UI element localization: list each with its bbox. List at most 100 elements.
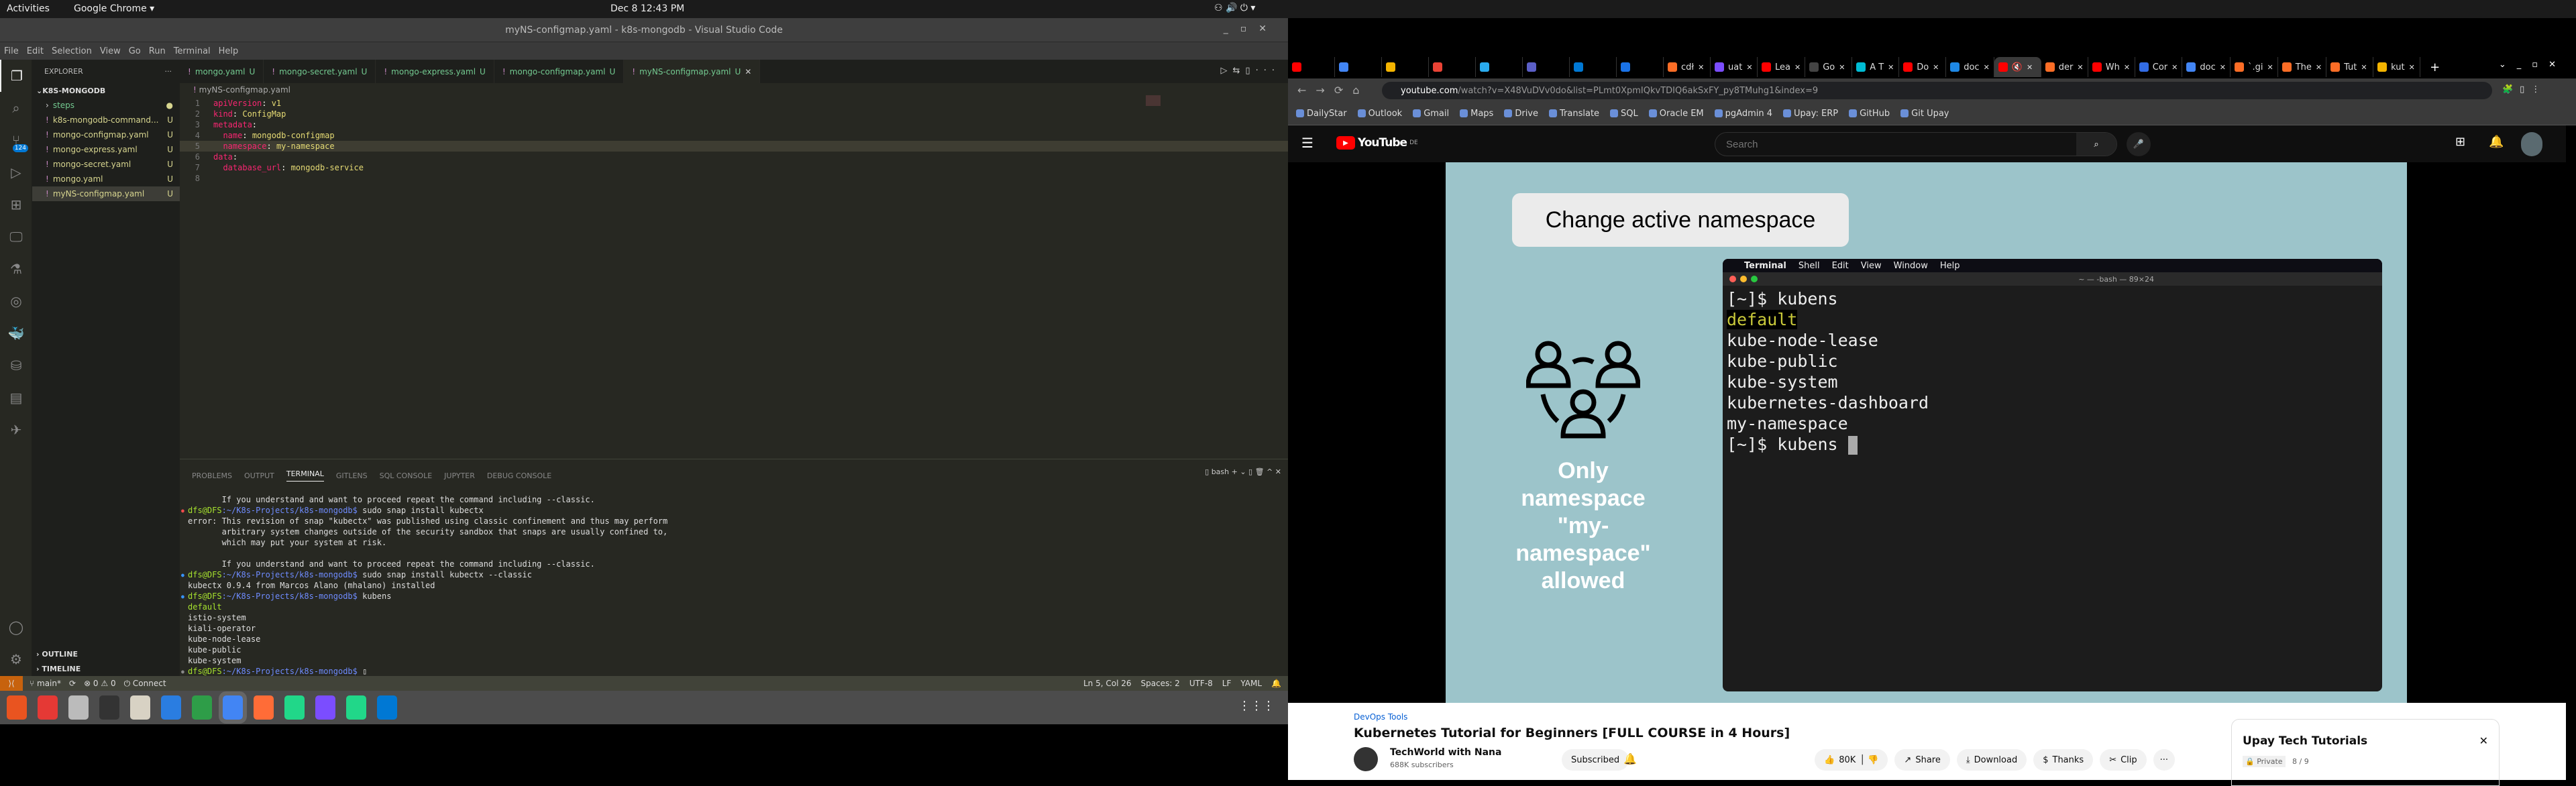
browser-tab[interactable]	[1617, 57, 1664, 77]
extension-icons[interactable]: 🧩▯⋮	[2502, 85, 2546, 95]
browser-tab[interactable]	[1382, 57, 1429, 77]
encoding[interactable]: UTF-8	[1189, 679, 1213, 688]
file-item[interactable]: ! mongo-express.yaml U	[32, 142, 180, 157]
show-apps-icon[interactable]: ⋮⋮⋮	[1238, 699, 1275, 713]
search-input[interactable]	[1715, 138, 2076, 150]
close-tab-icon[interactable]: ✕	[2027, 63, 2033, 72]
clip-button[interactable]: ✂ Clip	[2100, 749, 2147, 771]
channel-name[interactable]: TechWorld with Nana	[1390, 747, 1501, 758]
tab-mongo-secret[interactable]: ! mongo-secret.yaml U	[264, 60, 376, 83]
bookmark-gmail[interactable]: Gmail	[1413, 109, 1449, 119]
browser-tab[interactable]: uat ✕	[1711, 57, 1758, 77]
more-actions-icon[interactable]: ···	[165, 67, 172, 76]
bookmark-github[interactable]: GitHub	[1849, 109, 1890, 119]
new-tab-button[interactable]: +	[2430, 60, 2440, 74]
browser-tab[interactable]	[1523, 57, 1570, 77]
cursor-position[interactable]: Ln 5, Col 26	[1083, 679, 1132, 688]
browser-tab[interactable]: `.gi ✕	[2231, 57, 2278, 77]
terminal-actions[interactable]: ▯ bash + ⌄ ▯ 🗑 ^ ✕	[1205, 467, 1281, 476]
search-icon[interactable]: ⌕	[0, 92, 32, 124]
bookmark-maps[interactable]: Maps	[1460, 109, 1493, 119]
run-debug-icon[interactable]: ▷	[0, 156, 32, 188]
menu-icon[interactable]: ☰	[1301, 135, 1313, 151]
close-tab-icon[interactable]: ✕	[1698, 63, 1704, 72]
file-item[interactable]: ! mongo.yaml U	[32, 172, 180, 186]
menu-edit[interactable]: Edit	[27, 46, 44, 56]
share-button[interactable]: ↗ Share	[1894, 749, 1950, 771]
file-item[interactable]: ! mongo-secret.yaml U	[32, 157, 180, 172]
panel-tab-problems[interactable]: PROBLEMS	[192, 471, 232, 480]
nav-buttons[interactable]: ←→⟳⌂	[1297, 84, 1368, 97]
testing-icon[interactable]: ⚗	[0, 253, 32, 285]
browser-tab[interactable]: Go ✕	[1805, 57, 1853, 77]
close-tab-icon[interactable]: ✕	[1746, 63, 1752, 72]
bookmark-dailystar[interactable]: DailyStar	[1296, 109, 1347, 119]
panel-tab-debug-console[interactable]: DEBUG CONSOLE	[487, 471, 551, 480]
line-ending[interactable]: LF	[1222, 679, 1232, 688]
source-control-icon[interactable]: ⑂ 124	[0, 124, 32, 156]
indentation[interactable]: Spaces: 2	[1141, 679, 1180, 688]
problems-indicator[interactable]: ⊗ 0 ⚠ 0	[84, 679, 116, 688]
close-tab-icon[interactable]: ✕	[1888, 63, 1894, 72]
youtube-logo[interactable]: ▶ YouTube DE	[1336, 136, 1418, 150]
search-icon[interactable]: ⌕	[2076, 133, 2116, 156]
menu-file[interactable]: File	[4, 46, 19, 56]
panel-tab-sql-console[interactable]: SQL CONSOLE	[380, 471, 433, 480]
download-button[interactable]: ⤓ Download	[1956, 749, 2027, 771]
dock-app-icon[interactable]	[130, 695, 150, 720]
sync-icon[interactable]: ⟳	[69, 679, 76, 688]
close-tab-icon[interactable]: ✕	[1984, 63, 1990, 72]
activities-button[interactable]: Activities	[7, 3, 50, 14]
terminal-output[interactable]: If you understand and want to proceed re…	[180, 494, 1288, 677]
browser-tab[interactable]: Do ✕	[1899, 57, 1947, 77]
panel-tab-gitlens[interactable]: GITLENS	[336, 471, 368, 480]
project-folder[interactable]: ⌄ K8S-MONGODB	[32, 83, 180, 98]
browser-tab[interactable]: A T ✕	[1852, 57, 1900, 77]
remote-explorer-icon[interactable]: 🖵	[0, 221, 32, 253]
file-item[interactable]: ! k8s-mongodb-command... U	[32, 113, 180, 127]
tab-mongo[interactable]: ! mongo.yaml U	[180, 60, 264, 83]
browser-tab[interactable]: The ✕	[2278, 57, 2327, 77]
close-tab-icon[interactable]: ✕	[1933, 63, 1939, 72]
browser-tab[interactable]	[1429, 57, 1476, 77]
close-tab-icon[interactable]: ✕	[2361, 63, 2367, 72]
browser-tab[interactable]: Tut ✕	[2326, 57, 2374, 77]
close-tab-icon[interactable]: ✕	[2124, 63, 2130, 72]
bookmark-git-upay[interactable]: Git Upay	[1900, 109, 1949, 119]
dock-app-icon[interactable]	[377, 695, 397, 720]
browser-tab[interactable]: kut ✕	[2373, 57, 2421, 77]
like-button[interactable]: 👍 80K │ 👎	[1815, 749, 1888, 771]
close-tab-icon[interactable]: ✕	[2267, 63, 2273, 72]
dock-app-icon[interactable]	[254, 695, 274, 720]
gitlens-icon[interactable]: ◎	[0, 285, 32, 317]
system-tray-icons[interactable]: ⚇ 🔊 ⏻ ▾	[1214, 3, 1255, 13]
panel-tab-terminal[interactable]: TERMINAL	[286, 469, 324, 482]
file-item[interactable]: ! myNS-configmap.yaml U	[32, 186, 180, 201]
close-tab-icon[interactable]: ✕	[2077, 63, 2083, 72]
language-mode[interactable]: YAML	[1240, 679, 1262, 688]
bookmark-drive[interactable]: Drive	[1504, 109, 1538, 119]
settings-gear-icon[interactable]: ⚙	[0, 643, 32, 675]
menu-selection[interactable]: Selection	[52, 46, 92, 56]
bookmark-upay-erp[interactable]: Upay: ERP	[1783, 109, 1838, 119]
dock-app-icon[interactable]	[346, 695, 366, 720]
browser-tab[interactable]: cdł ✕	[1664, 57, 1711, 77]
browser-tab[interactable]: Wh ✕	[2088, 57, 2135, 77]
menu-help[interactable]: Help	[219, 46, 239, 56]
code-editor[interactable]: ! myNS-configmap.yaml 1 apiVersion: v1 2 ki…	[180, 83, 1288, 459]
dock-app-icon[interactable]	[68, 695, 89, 720]
explorer-icon[interactable]: ❐	[0, 60, 32, 92]
connect-button[interactable]: ⏻ Connect	[124, 679, 166, 689]
panel-tab-output[interactable]: OUTPUT	[244, 471, 274, 480]
close-tab-icon[interactable]: ✕	[1839, 63, 1845, 72]
address-bar[interactable]: youtube.com/watch?v=X48VuDVv0do&list=PLm…	[1382, 82, 2492, 99]
dock-app-icon[interactable]	[219, 691, 247, 724]
close-tab-icon[interactable]: ✕	[2220, 63, 2226, 72]
close-playlist-icon[interactable]: ✕	[2479, 734, 2488, 747]
close-tab-icon[interactable]: ✕	[2171, 63, 2178, 72]
branch-indicator[interactable]: ⑂ main*	[30, 679, 61, 688]
browser-tab[interactable]	[1476, 57, 1523, 77]
microphone-icon[interactable]: 🎤	[2127, 132, 2151, 156]
menu-view[interactable]: View	[100, 46, 121, 56]
bookmark-translate[interactable]: Translate	[1549, 109, 1599, 119]
